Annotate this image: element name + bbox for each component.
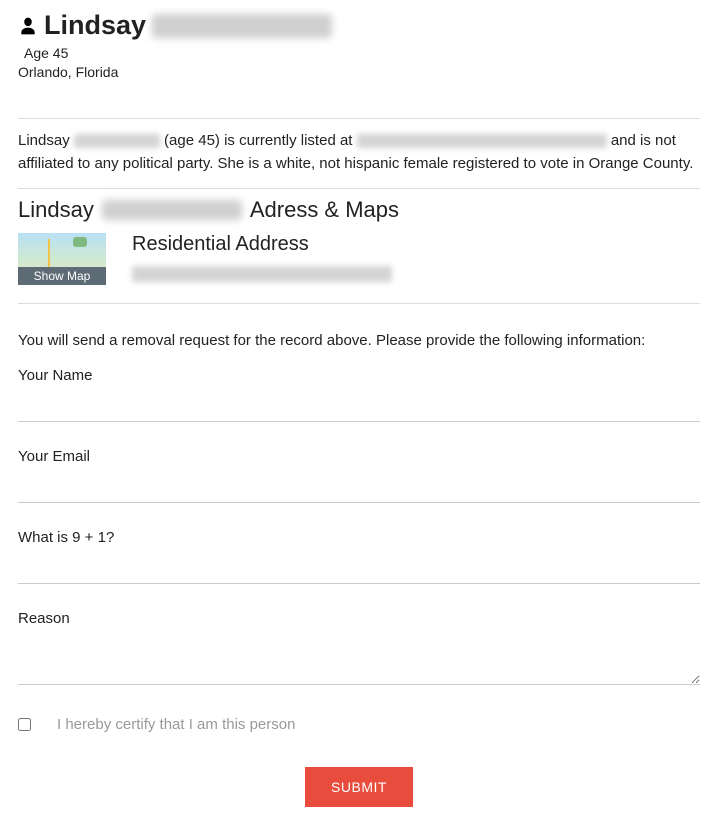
address-maps-title: Lindsay Adress & Maps bbox=[18, 189, 700, 233]
certify-label: I hereby certify that I am this person bbox=[57, 716, 295, 733]
email-input[interactable] bbox=[18, 469, 700, 503]
email-label: Your Email bbox=[18, 448, 700, 465]
captcha-label: What is 9 + 1? bbox=[18, 529, 700, 546]
reason-label: Reason bbox=[18, 610, 700, 627]
certify-checkbox[interactable] bbox=[18, 718, 31, 731]
section-title-suffix: Adress & Maps bbox=[250, 197, 399, 223]
map-thumbnail[interactable]: Show Map bbox=[18, 233, 106, 285]
divider bbox=[18, 303, 700, 304]
person-last-name-redacted bbox=[152, 14, 332, 38]
age-line: Age 45 bbox=[24, 45, 700, 61]
summary-prefix: Lindsay bbox=[18, 132, 70, 149]
person-icon bbox=[18, 15, 38, 37]
name-label: Your Name bbox=[18, 367, 700, 384]
summary-name-redacted bbox=[74, 134, 160, 148]
captcha-input[interactable] bbox=[18, 550, 700, 584]
summary-mid: (age 45) is currently listed at bbox=[164, 132, 352, 149]
summary-paragraph: Lindsay (age 45) is currently listed at … bbox=[18, 119, 700, 188]
submit-button[interactable]: SUBMIT bbox=[305, 767, 413, 807]
residential-address-heading: Residential Address bbox=[132, 233, 392, 256]
section-title-prefix: Lindsay bbox=[18, 197, 94, 223]
residential-address-redacted bbox=[132, 266, 392, 282]
summary-address-redacted bbox=[357, 134, 607, 148]
section-title-name-redacted bbox=[102, 200, 242, 220]
show-map-button[interactable]: Show Map bbox=[18, 267, 106, 285]
location-line: Orlando, Florida bbox=[18, 64, 700, 80]
reason-textarea[interactable] bbox=[18, 631, 700, 685]
page-title: Lindsay bbox=[18, 10, 700, 41]
person-first-name: Lindsay bbox=[44, 10, 146, 41]
name-input[interactable] bbox=[18, 388, 700, 422]
form-intro: You will send a removal request for the … bbox=[18, 332, 700, 349]
